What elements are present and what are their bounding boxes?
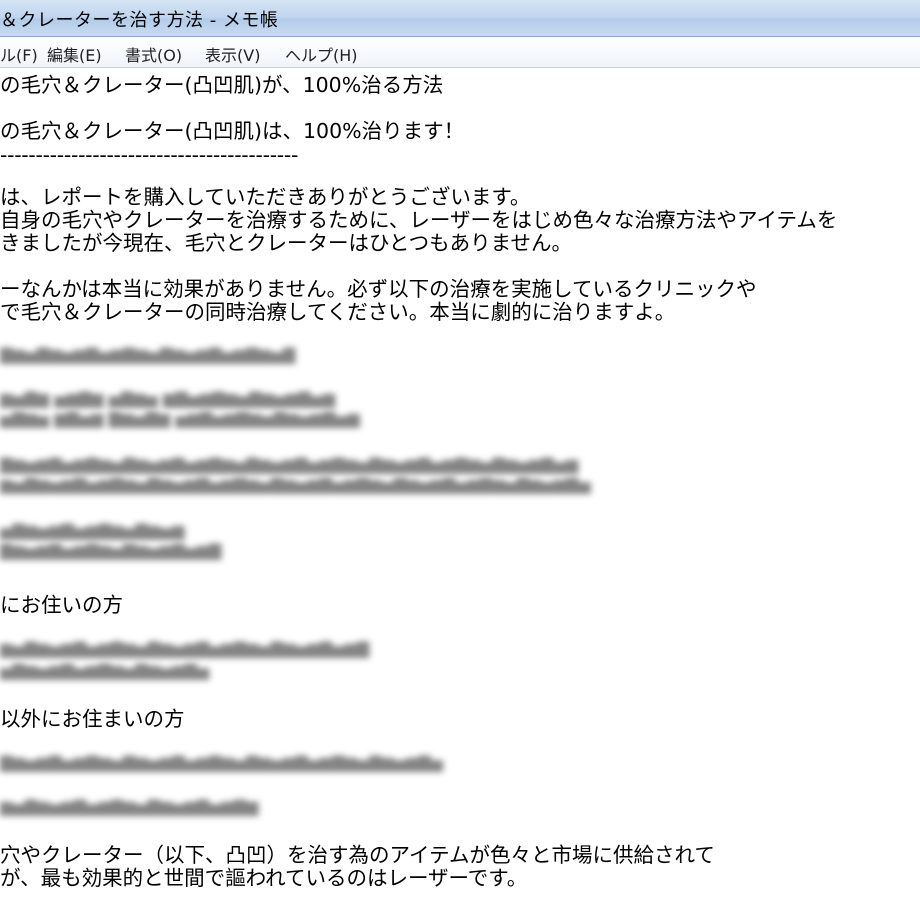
blurred-text: ▇▆▅▆▇▅▆▇▆▅▇▆▅▆▇▅▆▇▆▅▇▆▅▆▇▅▆▇▆▅▇▆▅▆▇▅ [0, 753, 443, 772]
text-line: きましたが今現在、毛穴とクレーターはひとつもありません。 [0, 231, 572, 255]
blurred-text: ▆▅▇▆▅▆▇▅▆▇▆▅▇▆▅▆▇▅▆▇▆▅▇▆▅▆▇▅▆▇ [0, 639, 370, 658]
menu-view[interactable]: 表示(V) [205, 42, 260, 66]
window-title: ＆クレーターを治す方法 - メモ帳 [0, 10, 279, 31]
text-editor-area[interactable]: の毛穴＆クレーター(凸凹肌)が、100%治る方法 の毛穴＆クレーター(凸凹肌)は… [0, 68, 920, 920]
blurred-text: ▅▇▆▅▆▇▅▆▇▆▅▇▆▅▆ [0, 521, 185, 540]
text-line: ----------------------------------------… [0, 143, 299, 167]
text-line: の毛穴＆クレーター(凸凹肌)は、100%治ります！ [0, 119, 465, 143]
menu-edit[interactable]: 編集(E) [47, 42, 102, 66]
text-line: 自身の毛穴やクレーターを治療するために、レーザーをはじめ色々な治療方法やアイテム… [0, 208, 838, 232]
text-line: ーなんかは本当に効果がありません。必ず以下の治療を実施しているクリニックや [0, 277, 757, 301]
blurred-text: ▇▆▅▆▇▅▆▇▆▅▇▆▅▆▇▅▆▇▆▅▇▆▅▆▇▅▆▇▆▅▇▆▅▆▇▅▆▇▆▅… [0, 455, 579, 474]
blurred-text: ▆▅▇▆ ▅▆▇▆ ▅▇▆▅ ▆▇▅▆▇▆▅▇▆▅▆▇▅▆ [0, 389, 336, 408]
text-line: で毛穴＆クレーターの同時治療してください。本当に劇的に治りますよ。 [0, 300, 676, 324]
text-line: が、最も効果的と世間で謳われているのはレーザーです。 [0, 866, 528, 890]
menu-file[interactable]: ル(F) [0, 42, 38, 66]
text-line: は、レポートを購入していただきありがとうございます。 [0, 185, 531, 209]
text-line: にお住いの方 [0, 593, 123, 617]
menu-bar: ル(F) 編集(E) 書式(O) 表示(V) ヘルプ(H) [0, 37, 920, 68]
blurred-text: ▆▅▇▆▅▆▇▅▆▇▆▅▇▆▅▆▇▅▆▇▆▅▇▆▅▆▇▅▆▇▆▅▇▆▅▆▇▅▆▇… [0, 475, 591, 494]
blurred-text: ▆▅▇▆▅▆▇▅▆▇▆▅▇▆▅▆▇▅▆▇▆ [0, 797, 259, 816]
text-line: 以外にお住まいの方 [0, 707, 185, 731]
blurred-text: ▅▇▆▅ ▆▇▅▆ ▇▆▅▇▆ ▅▆▇▅▆▇▆▅▇▆▅▆▇▅▆ [0, 409, 360, 428]
blurred-text: ▇▆▅▆▇▅▆▇▆▅▇▆▅▆▇▅▆▇ [0, 541, 222, 560]
text-line: 穴やクレーター（以下、凸凹）を治す為のアイテムが色々と市場に供給されて [0, 843, 715, 867]
menu-help[interactable]: ヘルプ(H) [285, 42, 358, 66]
blurred-text: ▅▇▆▅▆▇▅▆▇▆▅▇▆▅▆▇▅ [0, 661, 210, 680]
blurred-text: ▇▆▅▇▆▅▆▇▅▆▇▆▅▇▆▅▆▇▅▆▇▆▅▇ [0, 345, 296, 364]
title-bar[interactable]: ＆クレーターを治す方法 - メモ帳 [0, 0, 920, 37]
text-line: の毛穴＆クレーター(凸凹肌)が、100%治る方法 [0, 73, 444, 97]
menu-format[interactable]: 書式(O) [125, 42, 182, 66]
notepad-window: ＆クレーターを治す方法 - メモ帳 ル(F) 編集(E) 書式(O) 表示(V)… [0, 0, 920, 920]
